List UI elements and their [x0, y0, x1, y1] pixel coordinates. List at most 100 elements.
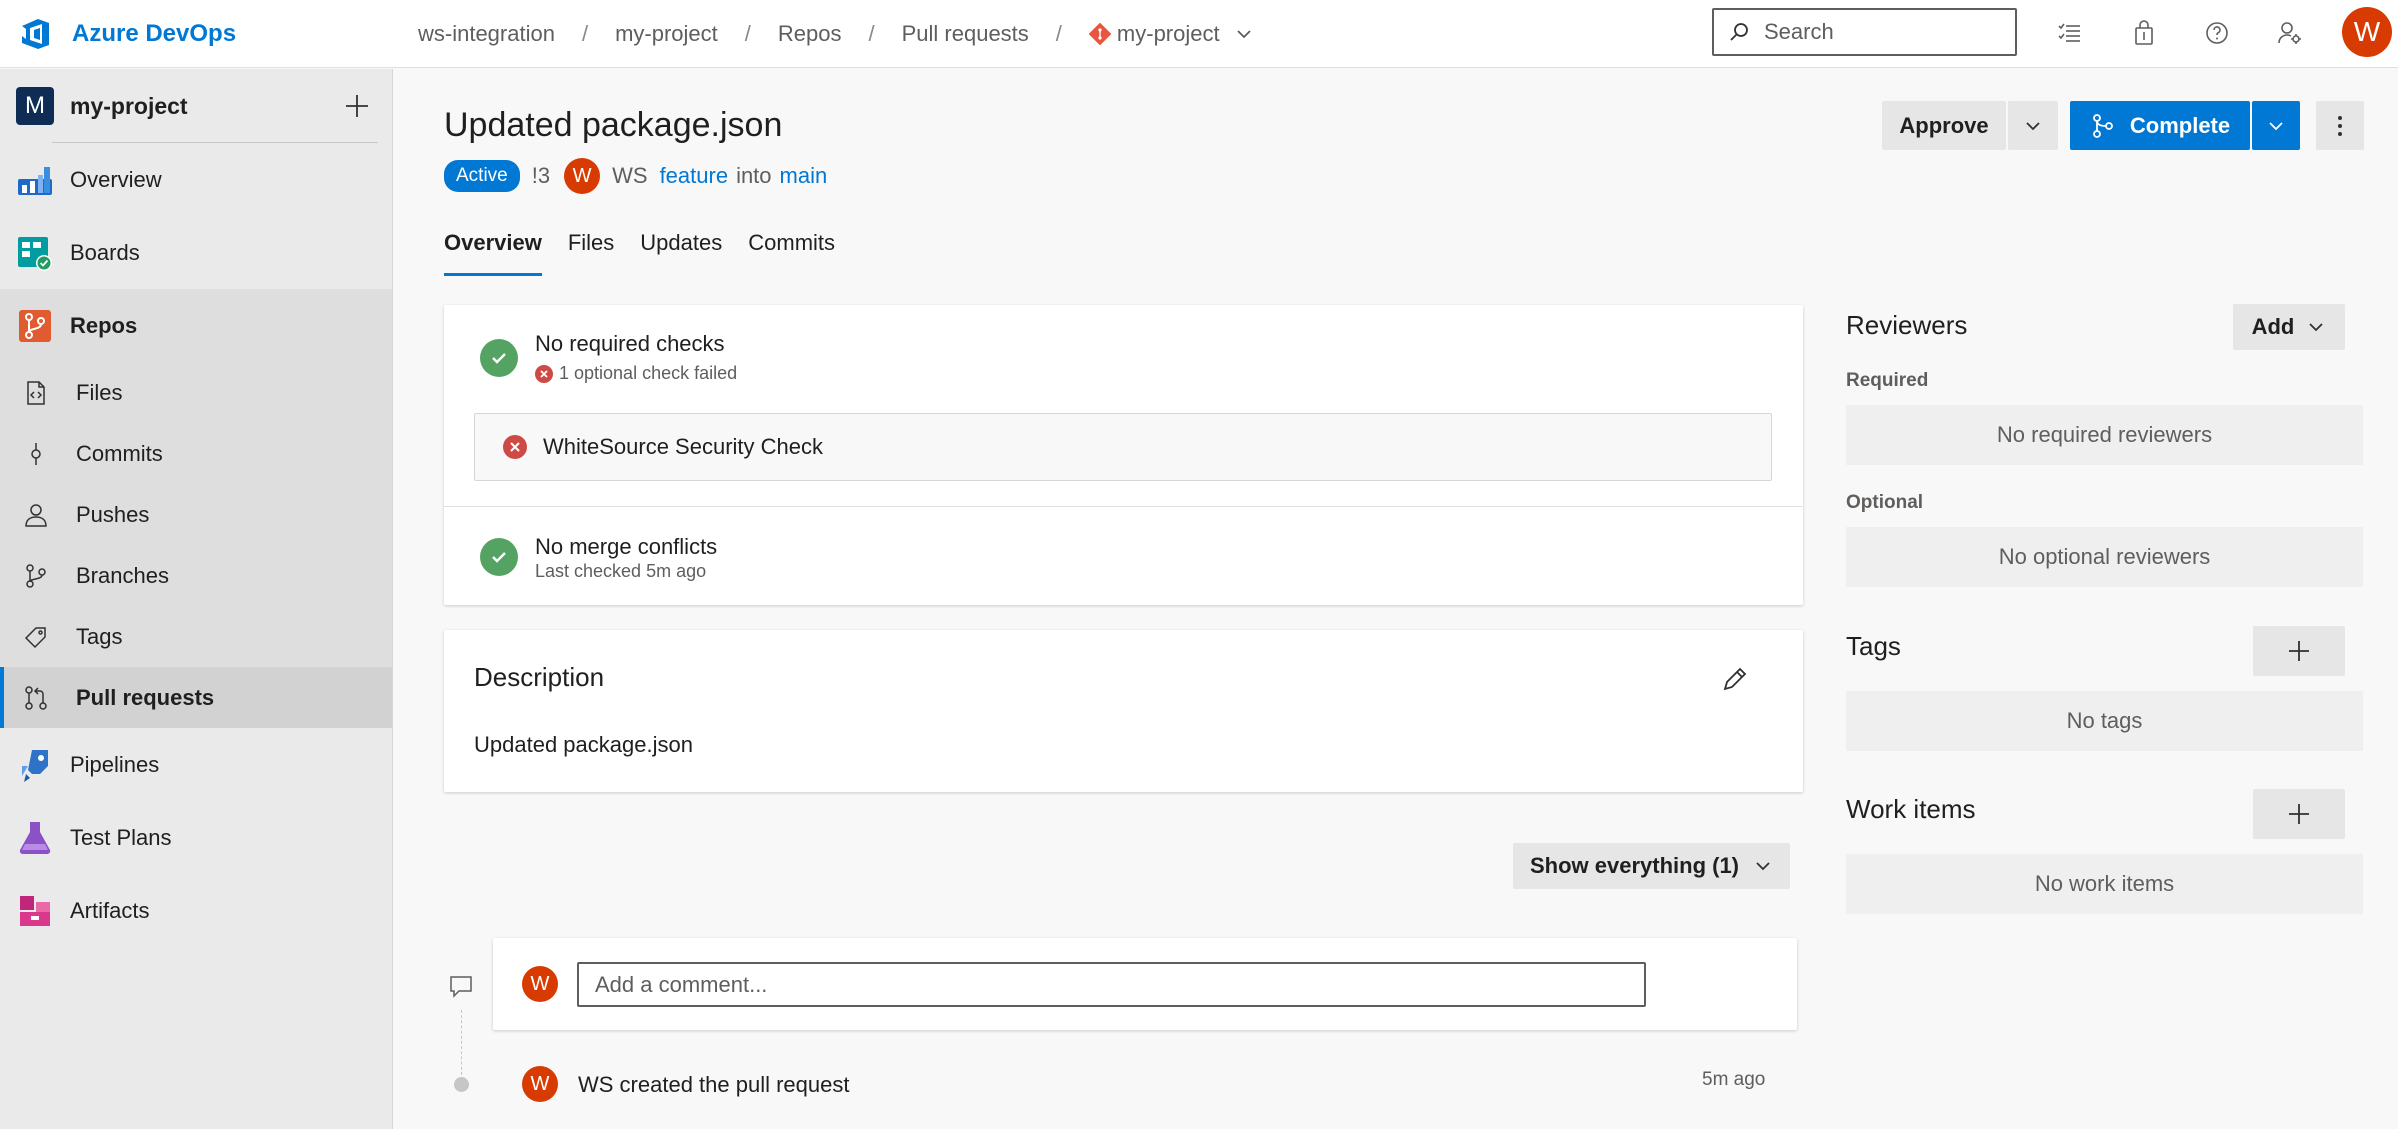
- breadcrumb-repo-selector[interactable]: my-project: [1084, 21, 1259, 47]
- sidebar-item-label: Files: [76, 379, 123, 405]
- top-bar: Azure DevOps ws-integration / my-project…: [0, 0, 2398, 68]
- tab-updates[interactable]: Updates: [640, 230, 722, 276]
- complete-options-button[interactable]: [2252, 101, 2300, 150]
- sidebar-item-test-plans[interactable]: Test Plans: [0, 801, 392, 874]
- error-icon: [535, 364, 553, 383]
- sidebar-item-commits[interactable]: Commits: [0, 423, 392, 484]
- pr-meta: Active !3 W WS feature into main: [444, 158, 827, 194]
- pipelines-icon: [16, 746, 54, 784]
- sidebar-item-label: Tags: [76, 623, 123, 649]
- tab-files[interactable]: Files: [568, 230, 614, 276]
- tab-commits[interactable]: Commits: [748, 230, 835, 276]
- sidebar-item-label: Pushes: [76, 501, 150, 527]
- new-item-plus-icon[interactable]: [340, 89, 374, 123]
- sidebar-item-label: Repos: [70, 312, 138, 338]
- help-icon[interactable]: [2200, 16, 2234, 50]
- breadcrumb-pull-requests[interactable]: Pull requests: [897, 21, 1034, 47]
- into-text: into: [736, 163, 772, 188]
- repos-icon: [16, 307, 54, 345]
- sidebar: M my-project Overview Boards Repos Files: [0, 69, 393, 1129]
- required-checks-title: No required checks: [535, 331, 725, 356]
- target-branch-link[interactable]: main: [780, 163, 828, 189]
- sidebar-item-overview[interactable]: Overview: [0, 143, 392, 216]
- optional-checks-summary[interactable]: 1 optional check failed: [535, 363, 737, 384]
- sidebar-item-files[interactable]: Files: [0, 362, 392, 423]
- pull-request-icon: [22, 684, 50, 712]
- more-actions-button[interactable]: [2316, 101, 2364, 150]
- plus-icon: [2289, 804, 2309, 824]
- sidebar-item-pushes[interactable]: Pushes: [0, 484, 392, 545]
- merge-conflicts-title: No merge conflicts: [535, 534, 718, 559]
- timeline-line: [461, 1010, 462, 1080]
- add-tag-button[interactable]: [2253, 626, 2345, 676]
- sidebar-item-pull-requests[interactable]: Pull requests: [0, 667, 392, 728]
- source-branch-link[interactable]: feature: [660, 163, 729, 189]
- breadcrumb-separator: /: [744, 20, 751, 46]
- artifacts-icon: [16, 892, 54, 930]
- commit-icon: [22, 440, 50, 468]
- breadcrumb: ws-integration / my-project / Repos / Pu…: [413, 21, 1259, 47]
- sidebar-item-boards[interactable]: Boards: [0, 216, 392, 289]
- user-avatar[interactable]: W: [2342, 7, 2392, 57]
- chevron-down-icon: [2026, 121, 2040, 130]
- add-work-item-button[interactable]: [2253, 789, 2345, 839]
- status-badge: Active: [444, 160, 520, 192]
- chevron-down-icon: [2269, 121, 2283, 130]
- comment-icon: [450, 976, 472, 998]
- approve-options-button[interactable]: [2008, 101, 2058, 150]
- sidebar-item-label: Artifacts: [70, 897, 150, 923]
- chevron-down-icon: [2309, 323, 2324, 332]
- chevron-down-icon: [1756, 862, 1770, 871]
- plus-icon: [2289, 641, 2309, 661]
- divider: [444, 506, 1803, 507]
- work-items-heading: Work items: [1846, 794, 1976, 824]
- show-everything-filter[interactable]: Show everything (1): [1513, 843, 1790, 889]
- sidebar-item-label: Pipelines: [70, 751, 160, 777]
- event-timestamp: 5m ago: [1702, 1069, 1766, 1090]
- breadcrumb-repos[interactable]: Repos: [773, 21, 847, 47]
- required-reviewers-label: Required: [1846, 370, 1929, 391]
- tag-icon: [22, 623, 50, 651]
- optional-reviewers-label: Optional: [1846, 492, 1924, 513]
- sidebar-item-branches[interactable]: Branches: [0, 545, 392, 606]
- add-reviewer-button[interactable]: Add: [2233, 304, 2345, 350]
- filter-label: Show everything (1): [1529, 853, 1740, 878]
- task-list-icon[interactable]: [2053, 16, 2087, 50]
- approve-button[interactable]: Approve: [1882, 101, 2006, 150]
- tab-overview[interactable]: Overview: [444, 230, 542, 276]
- author-name: WS: [612, 163, 648, 188]
- brand[interactable]: Azure DevOps: [0, 16, 393, 52]
- file-code-icon: [22, 379, 50, 407]
- sidebar-item-pipelines[interactable]: Pipelines: [0, 728, 392, 801]
- sidebar-item-tags[interactable]: Tags: [0, 606, 392, 667]
- push-icon: [22, 501, 50, 529]
- reviewers-heading: Reviewers: [1846, 310, 1968, 340]
- breadcrumb-org[interactable]: ws-integration: [413, 21, 560, 47]
- sidebar-item-repos[interactable]: Repos: [0, 289, 392, 362]
- event-text: WS created the pull request: [578, 1072, 850, 1097]
- breadcrumb-repo-name: my-project: [1116, 20, 1220, 46]
- marketplace-bag-icon[interactable]: [2127, 16, 2161, 50]
- project-avatar: M: [16, 87, 54, 125]
- sidebar-item-label: Test Plans: [70, 824, 172, 850]
- sidebar-item-label: Overview: [70, 166, 162, 192]
- failed-check-name: WhiteSource Security Check: [543, 434, 823, 459]
- search-box[interactable]: Search: [1712, 8, 2017, 56]
- page-title: Updated package.json: [444, 106, 783, 144]
- edit-pencil-icon[interactable]: [1720, 664, 1750, 694]
- required-reviewers-empty: No required reviewers: [1846, 405, 2363, 465]
- comment-input[interactable]: [577, 962, 1646, 1007]
- check-success-icon: [480, 538, 518, 576]
- merge-icon: [2092, 113, 2113, 138]
- sidebar-item-artifacts[interactable]: Artifacts: [0, 874, 392, 947]
- pr-id: !3: [531, 163, 551, 188]
- breadcrumb-project[interactable]: my-project: [610, 21, 723, 47]
- author-avatar[interactable]: W: [564, 158, 601, 194]
- project-header[interactable]: M my-project: [0, 69, 392, 143]
- complete-button[interactable]: Complete: [2070, 101, 2250, 150]
- user-settings-icon[interactable]: [2273, 16, 2307, 50]
- breadcrumb-separator: /: [868, 20, 875, 46]
- tags-heading: Tags: [1846, 631, 1901, 661]
- event-avatar: W: [522, 1066, 558, 1102]
- failed-check-row[interactable]: WhiteSource Security Check: [474, 413, 1772, 481]
